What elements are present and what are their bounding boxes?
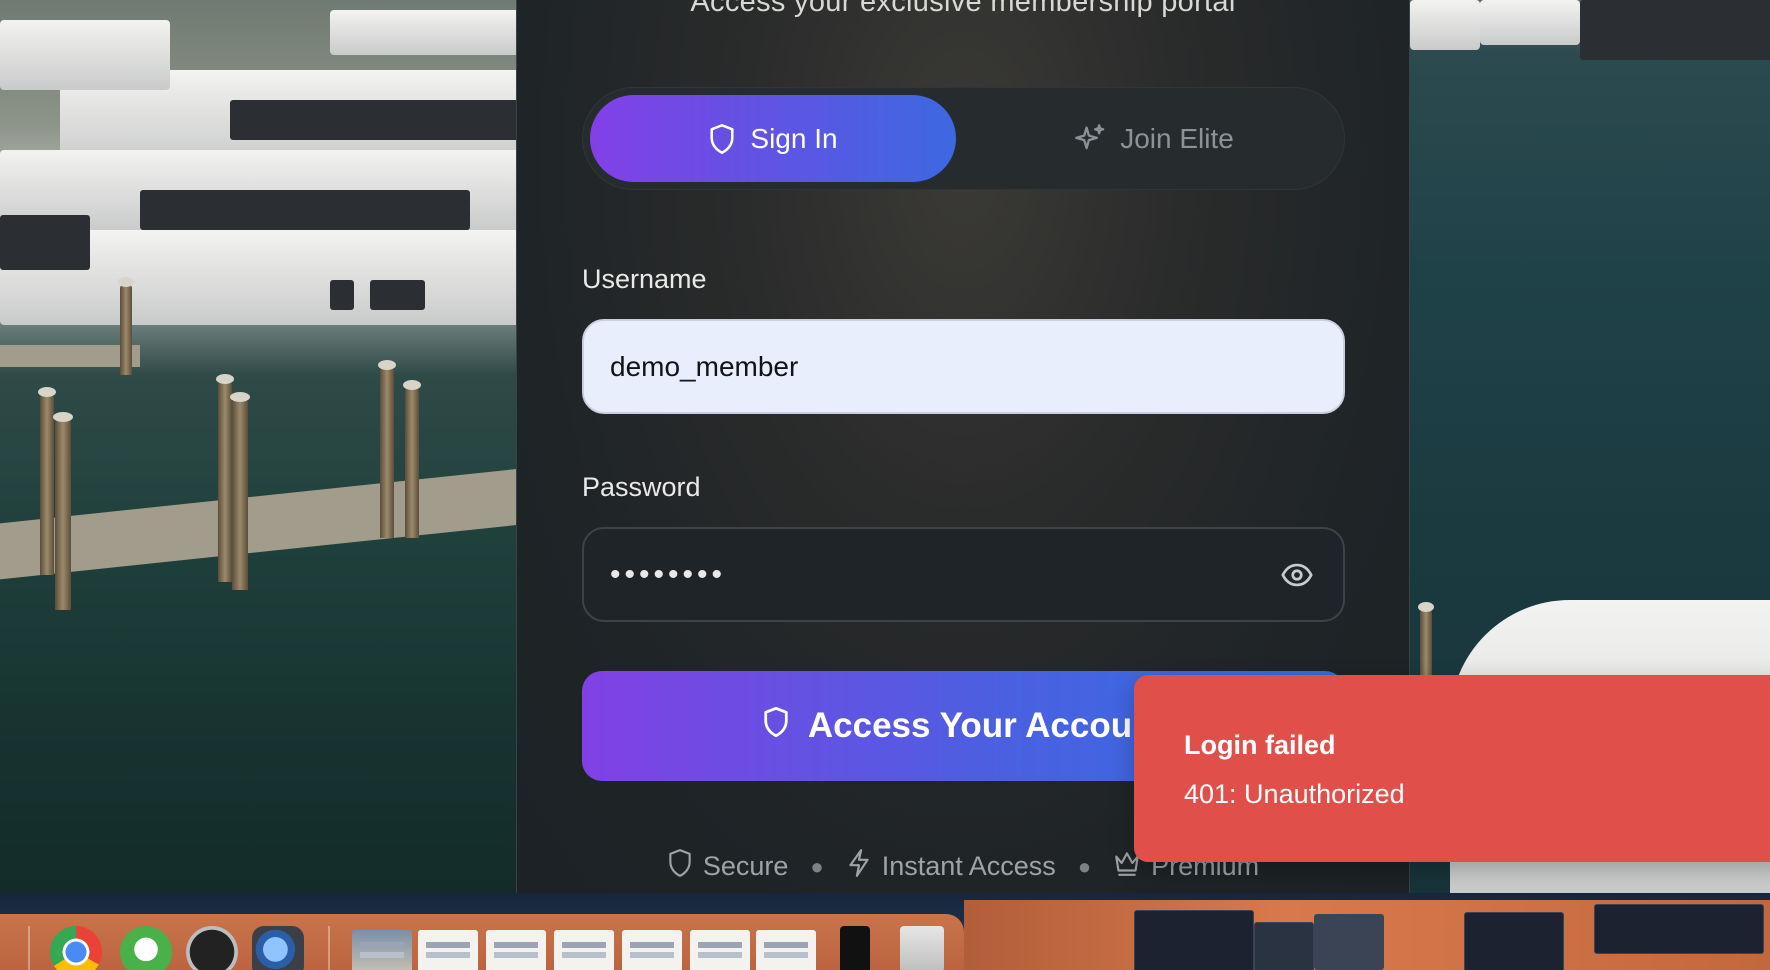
auth-tabs: Sign In Join Elite [582, 87, 1345, 190]
blank-document-icon[interactable] [622, 930, 682, 970]
dock-separator [28, 926, 30, 970]
show-password-eye-icon[interactable] [1280, 558, 1314, 592]
toast-message: 401: Unauthorized [1184, 779, 1405, 809]
separator-dot: ● [810, 853, 824, 879]
yacht-photo-thumbnail-icon[interactable] [352, 930, 412, 970]
cloud-download-icon[interactable] [120, 926, 172, 970]
shield-icon [708, 123, 736, 155]
blank-document-icon[interactable] [690, 930, 750, 970]
username-label: Username [582, 264, 707, 294]
separator-dot: ● [1077, 853, 1092, 879]
feature-instant-access-label: Instant Access [881, 851, 1056, 881]
feature-secure-label: Secure [702, 851, 789, 881]
password-field[interactable] [582, 527, 1345, 622]
lightning-icon [846, 848, 872, 885]
document-thumbnail-icon[interactable] [418, 930, 478, 970]
preview-app-icon[interactable] [252, 926, 304, 970]
tab-sign-in[interactable]: Sign In [590, 95, 956, 182]
sparkles-icon [1074, 123, 1106, 155]
username-field[interactable] [582, 319, 1345, 414]
access-account-label: Access Your Account [807, 706, 1166, 745]
feature-instant-access: Instant Access [846, 848, 1056, 885]
tab-sign-in-label: Sign In [750, 122, 838, 154]
tab-join-elite[interactable]: Join Elite [971, 95, 1337, 182]
error-toast[interactable]: Login failed 401: Unauthorized [1134, 675, 1770, 862]
phone-device-icon[interactable] [840, 926, 870, 970]
dock-separator [328, 926, 330, 970]
shield-icon [762, 706, 790, 747]
tab-join-elite-label: Join Elite [1120, 122, 1234, 154]
blank-document-icon[interactable] [756, 930, 816, 970]
portal-subtitle: Access your exclusive membership portal [690, 0, 1236, 18]
feature-secure: Secure [667, 848, 789, 885]
document-thumbnail-icon[interactable] [554, 930, 614, 970]
background-left-marina [0, 0, 540, 893]
clock-app-icon[interactable] [186, 926, 238, 970]
shield-icon [667, 848, 693, 885]
chrome-icon[interactable] [50, 926, 102, 970]
document-thumbnail-icon[interactable] [486, 930, 546, 970]
toast-title: Login failed [1184, 730, 1336, 760]
trash-icon[interactable] [900, 926, 944, 970]
desktop-wallpaper [964, 900, 1770, 970]
password-label: Password [582, 472, 701, 502]
